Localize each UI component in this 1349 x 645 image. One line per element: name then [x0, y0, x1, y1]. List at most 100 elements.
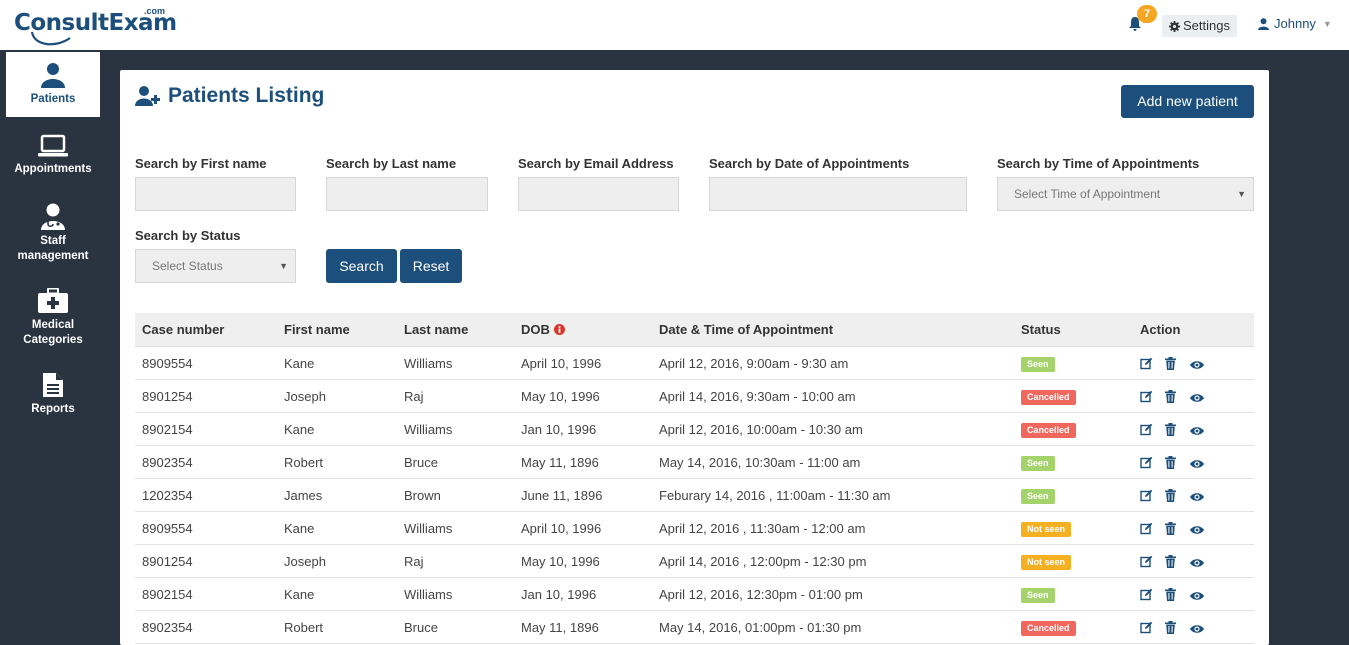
stethoscope-icon [30, 31, 71, 46]
row-actions [1140, 456, 1204, 470]
logo-suffix: .com [144, 6, 166, 16]
cell-dob: May 11, 1896 [521, 455, 599, 470]
cell-appointment: May 14, 2016, 10:30am - 11:00 am [659, 455, 861, 470]
view-icon[interactable] [1190, 588, 1204, 602]
search-button[interactable]: Search [326, 249, 397, 283]
cell-dob: May 10, 1996 [521, 554, 600, 569]
edit-icon[interactable] [1140, 456, 1154, 470]
col-action: Action [1140, 322, 1181, 337]
laptop-icon [38, 134, 68, 157]
row-actions [1140, 555, 1204, 569]
time-label: Search by Time of Appointments [997, 156, 1200, 171]
delete-icon[interactable] [1165, 390, 1179, 404]
cell-last-name: Bruce [404, 620, 438, 635]
cell-dob: May 10, 1996 [521, 389, 600, 404]
cell-first-name: Kane [284, 356, 315, 371]
view-icon[interactable] [1190, 555, 1204, 569]
col-first-name[interactable]: First name [284, 313, 350, 347]
status-badge: Not seen [1021, 555, 1072, 570]
cell-last-name: Bruce [404, 455, 438, 470]
cell-last-name: Williams [404, 422, 453, 437]
page-title-text: Patients Listing [168, 84, 325, 107]
user-menu[interactable]: Johnny ▼ [1258, 16, 1332, 31]
edit-icon[interactable] [1140, 621, 1154, 635]
delete-icon[interactable] [1165, 555, 1179, 569]
cell-case-number: 8902354 [142, 620, 193, 635]
time-select[interactable]: Select Time of Appointment ▼ [997, 177, 1254, 211]
view-icon[interactable] [1190, 456, 1204, 470]
notification-count-badge: 7 [1137, 5, 1157, 23]
table-row: 1202354 James Brown June 11, 1896 Feburary 1… [135, 479, 1254, 512]
cell-case-number: 8902154 [142, 587, 193, 602]
first-name-label: Search by First name [135, 156, 267, 171]
chevron-down-icon: ▼ [1322, 18, 1332, 29]
last-name-input[interactable] [326, 177, 488, 211]
status-select[interactable]: Select Status ▼ [135, 249, 296, 283]
doctor-icon [41, 203, 65, 230]
row-actions [1140, 357, 1204, 371]
col-dob-label: DOB [521, 322, 550, 337]
edit-icon[interactable] [1140, 423, 1154, 437]
delete-icon[interactable] [1165, 621, 1179, 635]
logo[interactable]: ConsultExam .com [12, 6, 182, 48]
col-last-name[interactable]: Last name [404, 313, 468, 347]
view-icon[interactable] [1190, 621, 1204, 635]
view-icon[interactable] [1190, 489, 1204, 503]
edit-icon[interactable] [1140, 390, 1154, 404]
status-select-value: Select Status [152, 259, 223, 273]
delete-icon[interactable] [1165, 522, 1179, 536]
cell-case-number: 1202354 [142, 488, 193, 503]
table-header: Case number First name Last name DOB Dat… [135, 313, 1254, 347]
cell-case-number: 8909554 [142, 521, 193, 536]
sidebar-item-label: Medical Categories [23, 319, 83, 346]
col-dob[interactable]: DOB [521, 313, 565, 347]
sidebar-item-appointments[interactable]: Appointments [6, 134, 100, 184]
medkit-icon [38, 288, 68, 313]
delete-icon[interactable] [1165, 456, 1179, 470]
cell-first-name: Kane [284, 521, 315, 536]
cell-appointment: April 14, 2016, 9:30am - 10:00 am [659, 389, 856, 404]
cell-dob: May 11, 1896 [521, 620, 599, 635]
edit-icon[interactable] [1140, 357, 1154, 371]
cell-last-name: Williams [404, 356, 453, 371]
add-new-patient-button[interactable]: Add new patient [1121, 85, 1254, 118]
col-case-number[interactable]: Case number [142, 313, 224, 347]
edit-icon[interactable] [1140, 522, 1154, 536]
reset-button[interactable]: Reset [400, 249, 462, 283]
delete-icon[interactable] [1165, 588, 1179, 602]
user-name: Johnny [1274, 16, 1316, 31]
cell-case-number: 8909554 [142, 356, 193, 371]
email-input[interactable] [518, 177, 679, 211]
view-icon[interactable] [1190, 423, 1204, 437]
delete-icon[interactable] [1165, 357, 1179, 371]
sidebar-item-medical-categories[interactable]: Medical Categories [6, 288, 100, 350]
view-icon[interactable] [1190, 357, 1204, 371]
info-icon[interactable] [553, 324, 565, 335]
sidebar-item-label: Appointments [14, 163, 92, 175]
sidebar-item-label: Staff management [17, 235, 89, 262]
cell-dob: April 10, 1996 [521, 356, 602, 371]
user-icon [41, 63, 65, 88]
view-icon[interactable] [1190, 390, 1204, 404]
cell-appointment: April 12, 2016, 10:00am - 10:30 am [659, 422, 863, 437]
sidebar-item-staff-management[interactable]: Staff management [6, 202, 100, 264]
delete-icon[interactable] [1165, 489, 1179, 503]
view-icon[interactable] [1190, 522, 1204, 536]
status-badge: Cancelled [1021, 621, 1076, 636]
edit-icon[interactable] [1140, 555, 1154, 569]
cell-dob: Jan 10, 1996 [521, 422, 597, 437]
table-row: 8902154 Kane Williams Jan 10, 1996 April 12,… [135, 578, 1254, 611]
edit-icon[interactable] [1140, 588, 1154, 602]
status-badge: Seen [1021, 357, 1055, 372]
delete-icon[interactable] [1165, 423, 1179, 437]
sidebar-item-reports[interactable]: Reports [6, 372, 100, 422]
sidebar-item-patients[interactable]: Patients [6, 52, 100, 117]
settings-button[interactable]: Settings [1162, 15, 1237, 37]
date-label: Search by Date of Appointments [709, 156, 910, 171]
date-input[interactable] [709, 177, 967, 211]
col-status[interactable]: Status [1021, 313, 1061, 347]
col-appointment[interactable]: Date & Time of Appointment [659, 313, 833, 347]
file-icon [43, 373, 63, 397]
edit-icon[interactable] [1140, 489, 1154, 503]
first-name-input[interactable] [135, 177, 296, 211]
